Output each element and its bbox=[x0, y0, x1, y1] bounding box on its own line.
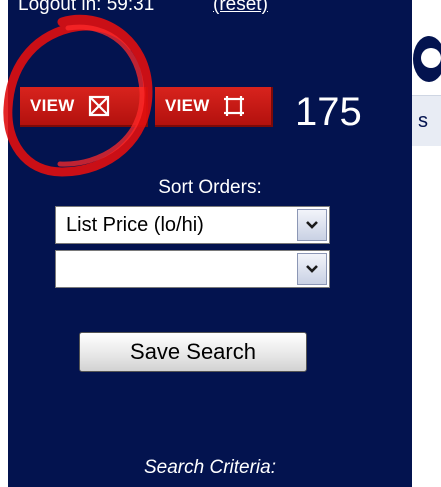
session-timer-row: Logout in: 59:31 (reset) bbox=[8, 0, 412, 22]
back-arrow-icon[interactable] bbox=[413, 36, 441, 82]
map-icon bbox=[88, 95, 110, 117]
reset-link[interactable]: (reset) bbox=[213, 0, 268, 14]
view-button-label: VIEW bbox=[165, 96, 210, 115]
view-map-button[interactable]: VIEW bbox=[20, 87, 148, 127]
sort-order-secondary-select[interactable] bbox=[55, 250, 330, 288]
sort-orders-label: Sort Orders: bbox=[158, 177, 262, 198]
result-count: 175 bbox=[295, 90, 362, 134]
sort-primary-value: List Price (lo/hi) bbox=[66, 214, 204, 236]
sort-order-primary-select[interactable]: List Price (lo/hi) bbox=[55, 206, 330, 244]
chevron-down-icon[interactable] bbox=[297, 209, 327, 241]
search-criteria-heading: Search Criteria: bbox=[144, 457, 276, 478]
save-search-button[interactable]: Save Search bbox=[79, 332, 307, 372]
session-timer-text: Logout in: 59:31 bbox=[18, 0, 155, 15]
view-button-label: VIEW bbox=[30, 96, 75, 115]
view-frame-button[interactable]: VIEW bbox=[155, 87, 273, 127]
frame-icon bbox=[223, 95, 245, 117]
content-header-text: s bbox=[418, 110, 428, 132]
chevron-down-icon[interactable] bbox=[297, 253, 327, 285]
